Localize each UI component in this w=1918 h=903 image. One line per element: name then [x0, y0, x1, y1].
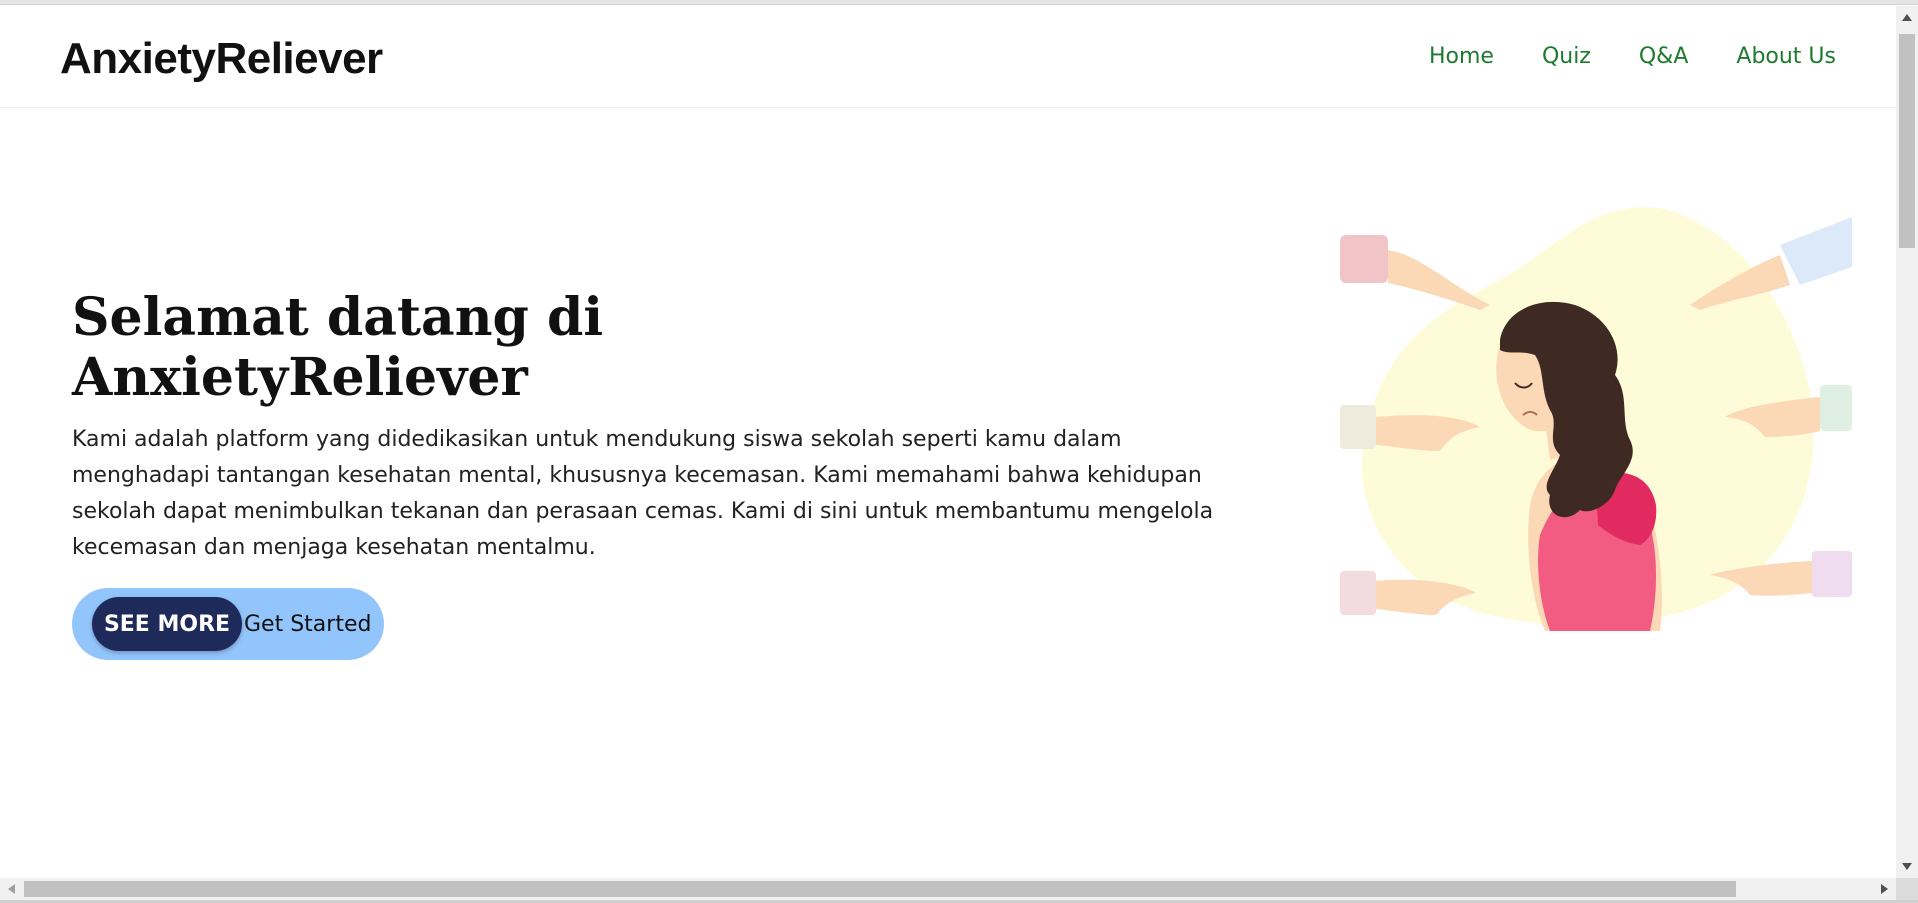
- nav-home[interactable]: Home: [1429, 44, 1494, 69]
- anxiety-illustration: [1340, 206, 1852, 631]
- nav-qna[interactable]: Q&A: [1639, 44, 1689, 69]
- scroll-down-arrow-icon[interactable]: [1902, 863, 1912, 870]
- site-logo[interactable]: AnxietyReliever: [60, 34, 383, 84]
- see-more-button[interactable]: SEE MORE: [92, 597, 242, 651]
- vertical-scrollbar[interactable]: [1896, 6, 1918, 878]
- nav-about-us[interactable]: About Us: [1736, 44, 1836, 69]
- hero-description: Kami adalah platform yang didedikasikan …: [72, 427, 1214, 560]
- vertical-scroll-thumb[interactable]: [1899, 34, 1915, 248]
- get-started-button[interactable]: Get Started: [242, 612, 371, 637]
- site-header: AnxietyReliever Home Quiz Q&A About Us: [0, 6, 1896, 108]
- main-nav: Home Quiz Q&A About Us: [1429, 44, 1836, 69]
- cta-pill: SEE MORE Get Started: [72, 588, 384, 660]
- scroll-up-arrow-icon[interactable]: [1902, 14, 1912, 21]
- hero-title: Selamat datang di AnxietyReliever: [72, 287, 604, 408]
- nav-quiz[interactable]: Quiz: [1542, 44, 1591, 69]
- pointing-hand-left-top: [1340, 235, 1490, 310]
- horizontal-scroll-thumb[interactable]: [24, 881, 1736, 897]
- scroll-right-arrow-icon[interactable]: [1881, 884, 1888, 894]
- scroll-left-arrow-icon[interactable]: [8, 884, 15, 894]
- scrollbar-corner: [1896, 878, 1918, 900]
- window-top-border: [0, 0, 1918, 5]
- horizontal-scrollbar[interactable]: [0, 878, 1896, 900]
